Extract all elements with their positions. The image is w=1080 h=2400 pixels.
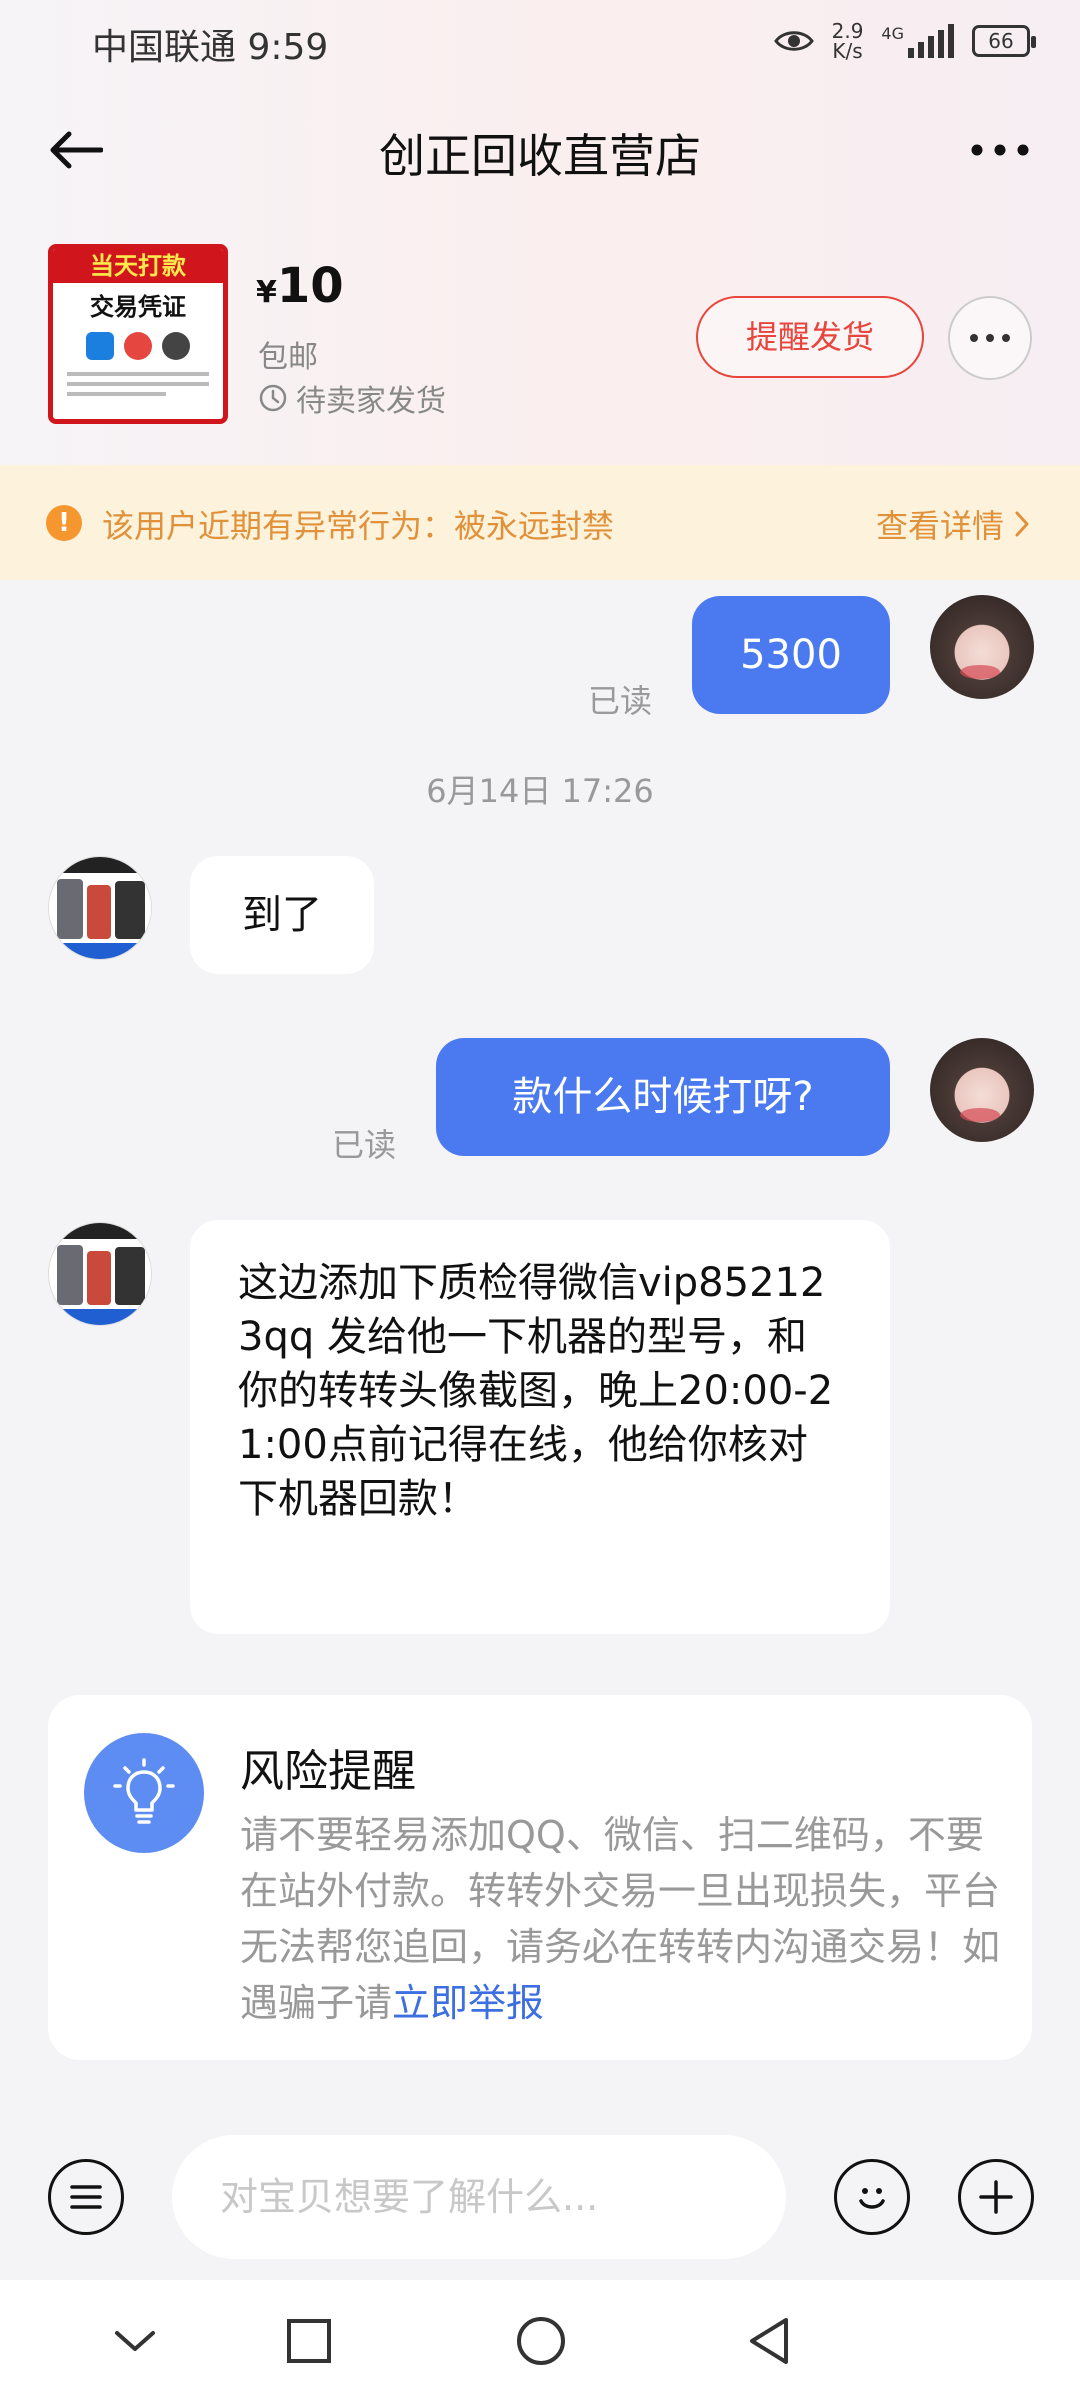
nav-collapse-button[interactable] [100,2306,170,2376]
lightbulb-icon [84,1733,204,1853]
smiley-icon [859,2188,885,2209]
view-details-link[interactable]: 查看详情 [876,501,1030,547]
page-title: 创正回收直营店 [379,129,701,183]
speed-value: 2.9 [831,19,864,43]
status-bar: 中国联通 9:59 2.9 K/s 4G 66 [0,0,1080,80]
shipping-info: 包邮 [258,340,318,375]
mascot-logo [124,332,152,360]
message-bubble-outgoing[interactable]: 款什么时候打呀? [436,1038,890,1156]
shop-avatar[interactable] [48,1222,152,1326]
plus-icon [979,2180,1013,2214]
warning-text: 该用户近期有异常行为：被永远封禁 [102,507,615,545]
battery-icon: 66 [972,25,1036,57]
alipay-logo [86,332,114,360]
product-image[interactable]: 当天打款 交易凭证 [48,244,228,424]
add-button[interactable] [958,2159,1034,2235]
emoji-button[interactable] [834,2159,910,2235]
chevron-right-icon [1015,511,1029,537]
product-price: ¥10 [256,258,344,314]
risk-body-text: 请不要轻易添加QQ、微信、扫二维码，不要在站外付款。转转外交易一旦出现损失，平台… [240,1813,1001,2025]
message-bubble-outgoing[interactable]: 5300 [692,596,890,714]
warning-icon: ! [46,505,82,541]
nav-back-button[interactable] [734,2306,804,2376]
price-value: 10 [276,258,344,314]
system-nav-bar [0,2280,1080,2400]
more-button[interactable] [960,118,1040,182]
product-image-subtitle: 交易凭证 [90,293,186,321]
message-timestamp: 6月14日 17:26 [426,772,654,810]
product-card: 当天打款 交易凭证 ¥10 包邮 待卖家发货 提醒发货 [0,240,1080,430]
currency-symbol: ¥ [256,275,277,310]
message-bubble-incoming[interactable]: 这边添加下质检得微信vip852123qq 发给他一下机器的型号，和你的转转头像… [190,1220,890,1634]
triangle-back-icon [750,2318,788,2364]
my-avatar[interactable] [930,1038,1034,1142]
clock-icon [259,384,287,412]
speed-unit: K/s [832,39,863,63]
remind-ship-button[interactable]: 提醒发货 [696,296,924,378]
my-avatar[interactable] [930,595,1034,699]
carrier-time: 中国联通 9:59 [92,27,329,68]
report-now-link[interactable]: 立即举报 [392,1981,544,2025]
nav-home-button[interactable] [506,2306,576,2376]
network-type: 4G [881,24,904,43]
order-status: 待卖家发货 [258,376,446,420]
wallet-logo [162,332,190,360]
signal-group: 4G [881,24,954,58]
status-icons: 2.9 K/s 4G 66 [773,16,1036,66]
shop-avatar[interactable] [48,856,152,960]
message-bubble-incoming[interactable]: 到了 [190,856,374,974]
risk-body: 请不要轻易添加QQ、微信、扫二维码，不要在站外付款。转转外交易一旦出现损失，平台… [240,1807,1000,2031]
read-receipt: 已读 [332,1126,397,1164]
menu-button[interactable] [48,2159,124,2235]
risk-title: 风险提醒 [240,1746,416,1797]
read-receipt: 已读 [588,682,653,720]
chat-header: 创正回收直营店 [0,100,1080,200]
warning-banner: ! 该用户近期有异常行为：被永远封禁 查看详情 [0,465,1080,580]
square-icon [287,2319,331,2363]
circle-icon [517,2317,565,2365]
nav-recents-button[interactable] [274,2306,344,2376]
more-horizontal-icon [971,144,1029,156]
product-image-banner: 当天打款 [53,249,223,283]
list-icon [70,2185,102,2209]
risk-reminder-card: 风险提醒 请不要轻易添加QQ、微信、扫二维码，不要在站外付款。转转外交易一旦出现… [48,1695,1032,2060]
network-speed: 2.9 K/s [832,21,864,61]
signal-icon [908,24,954,58]
more-horizontal-icon [970,334,1010,342]
image-text-lines [67,372,209,396]
order-status-text: 待卖家发货 [296,384,446,419]
view-details-label: 查看详情 [875,507,1004,545]
message-input[interactable] [172,2135,786,2259]
eye-icon [773,31,814,51]
chevron-down-icon [115,2331,155,2351]
message-input-bar [0,2125,1080,2265]
payment-logos [53,332,223,360]
product-more-button[interactable] [948,296,1032,380]
